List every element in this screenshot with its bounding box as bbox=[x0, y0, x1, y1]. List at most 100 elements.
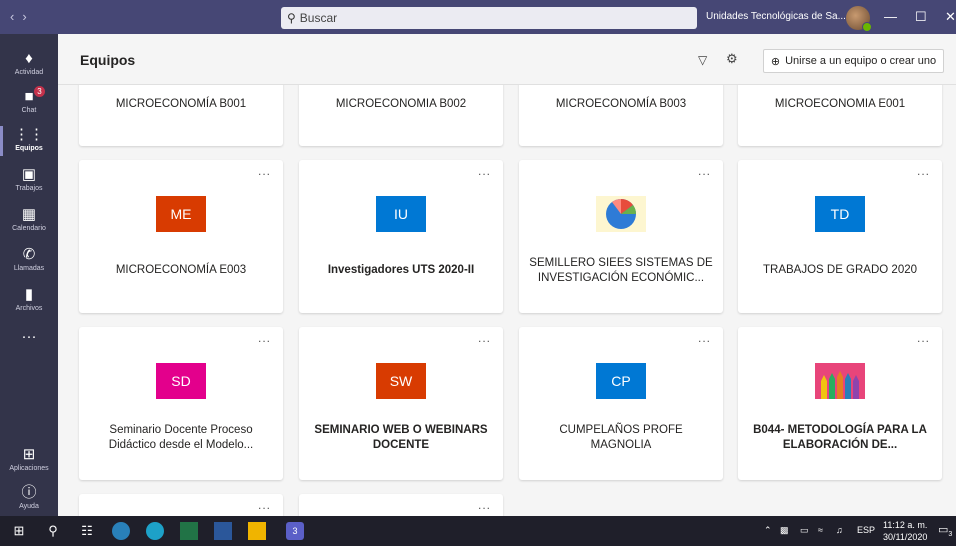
edge-icon[interactable] bbox=[146, 522, 164, 540]
clock-time: 11:12 a. m. bbox=[883, 520, 928, 530]
org-switcher[interactable]: Unidades Tecnológicas de Sa... ⌄ bbox=[706, 11, 861, 22]
team-more-options[interactable]: ... bbox=[478, 164, 491, 178]
teams-grid: MICROECONOMÍA B001 MICROECONOMIA B002 MI… bbox=[58, 85, 956, 516]
clock-date: 30/11/2020 bbox=[883, 532, 928, 542]
team-card[interactable]: ... SD Seminario Docente Proceso Didácti… bbox=[79, 327, 283, 480]
word-icon[interactable] bbox=[214, 522, 232, 540]
briefcase-icon: ▣ bbox=[21, 166, 37, 183]
team-more-options[interactable]: ... bbox=[258, 164, 271, 178]
network-icon[interactable]: ▩ bbox=[780, 525, 789, 536]
team-more-options[interactable]: ... bbox=[478, 498, 491, 512]
team-name: MICROECONOMIA B002 bbox=[335, 98, 467, 110]
volume-icon[interactable]: ♫ bbox=[836, 525, 843, 535]
org-name: Unidades Tecnológicas de Sa... bbox=[706, 11, 846, 22]
app-bar: ♦ Actividad ■ 3 Chat ⋮⋮ Equipos ▣ Trabaj… bbox=[0, 34, 58, 516]
notifications-icon[interactable]: ▭3 bbox=[938, 523, 952, 538]
back-arrow-icon[interactable]: ‹ bbox=[10, 9, 22, 24]
rail-more-button[interactable]: ··· bbox=[0, 324, 58, 362]
team-card[interactable]: ... IU Investigadores UTS 2020-II bbox=[299, 160, 503, 313]
team-card[interactable]: ... TD TRABAJOS DE GRADO 2020 bbox=[738, 160, 942, 313]
rail-item-archivos[interactable]: ▮ Archivos bbox=[0, 282, 58, 320]
file-icon: ▮ bbox=[24, 286, 34, 303]
rail-item-trabajos[interactable]: ▣ Trabajos bbox=[0, 162, 58, 200]
rail-label: Ayuda bbox=[19, 503, 39, 510]
rail-item-equipos[interactable]: ⋮⋮ Equipos bbox=[0, 122, 58, 160]
rail-label: Archivos bbox=[15, 305, 43, 312]
team-card[interactable]: ... bbox=[79, 494, 283, 516]
minimize-button[interactable]: — bbox=[884, 9, 897, 24]
team-name: MICROECONOMÍA E003 bbox=[115, 264, 247, 276]
notification-count: 3 bbox=[948, 531, 953, 539]
team-more-options[interactable]: ... bbox=[917, 331, 930, 345]
team-more-options[interactable]: ... bbox=[258, 498, 271, 512]
calendar-icon: ▦ bbox=[21, 206, 37, 223]
nav-arrows[interactable]: ‹› bbox=[10, 9, 35, 24]
rail-item-llamadas[interactable]: ✆ Llamadas bbox=[0, 242, 58, 280]
help-icon: ⓘ bbox=[21, 484, 37, 501]
rail-label: Aplicaciones bbox=[9, 465, 49, 472]
team-card[interactable]: ... SW SEMINARIO WEB O WEBINARS DOCENTE bbox=[299, 327, 503, 480]
apps-icon: ⊞ bbox=[22, 446, 36, 463]
rail-label: Chat bbox=[21, 107, 37, 114]
team-more-options[interactable]: ... bbox=[698, 331, 711, 345]
pie-chart-icon bbox=[596, 196, 646, 232]
teams-taskbar-badge: 3 bbox=[292, 526, 298, 536]
team-card[interactable]: ... ME MICROECONOMÍA E003 bbox=[79, 160, 283, 313]
teams-taskbar-icon[interactable]: 3 bbox=[286, 522, 304, 540]
task-view-icon[interactable]: ☷ bbox=[78, 522, 96, 540]
page-header: Equipos ▽ ⚙ ⊕ Unirse a un equipo o crear… bbox=[58, 34, 956, 85]
wifi-icon[interactable]: ≈ bbox=[818, 525, 823, 535]
file-explorer-icon[interactable] bbox=[248, 522, 266, 540]
team-card[interactable]: ... CP CUMPELAÑOS PROFE MAGNOLIA bbox=[519, 327, 723, 480]
team-name: TRABAJOS DE GRADO 2020 bbox=[762, 264, 918, 276]
rail-item-actividad[interactable]: ♦ Actividad bbox=[0, 46, 58, 84]
more-icon: ··· bbox=[21, 328, 37, 345]
bell-icon: ♦ bbox=[25, 50, 33, 67]
team-more-options[interactable]: ... bbox=[478, 331, 491, 345]
system-clock[interactable]: 11:12 a. m. 30/11/2020 bbox=[883, 519, 927, 543]
team-name: MICROECONOMÍA B001 bbox=[115, 98, 247, 110]
join-button-label: Unirse a un equipo o crear uno bbox=[785, 55, 937, 67]
search-placeholder: Buscar bbox=[299, 11, 338, 25]
windows-start-icon[interactable]: ⊞ bbox=[10, 522, 28, 540]
filter-icon[interactable]: ▽ bbox=[698, 53, 707, 67]
team-avatar: ME bbox=[156, 196, 206, 232]
team-avatar: IU bbox=[376, 196, 426, 232]
team-card[interactable]: MICROECONOMIA E001 bbox=[738, 85, 942, 146]
rail-item-calendario[interactable]: ▦ Calendario bbox=[0, 202, 58, 240]
team-card[interactable]: MICROECONOMÍA B003 bbox=[519, 85, 723, 146]
page-title: Equipos bbox=[80, 52, 136, 68]
rail-label: Calendario bbox=[12, 225, 46, 232]
team-card[interactable]: ... bbox=[299, 494, 503, 516]
team-more-options[interactable]: ... bbox=[917, 164, 930, 178]
chat-icon: ■ bbox=[24, 88, 34, 105]
user-avatar[interactable] bbox=[846, 6, 872, 32]
maximize-button[interactable]: ☐ bbox=[915, 9, 927, 25]
rail-item-aplicaciones[interactable]: ⊞ Aplicaciones bbox=[0, 442, 58, 480]
team-card[interactable]: MICROECONOMÍA B001 bbox=[79, 85, 283, 146]
rail-item-ayuda[interactable]: ⓘ Ayuda bbox=[0, 480, 58, 518]
close-button[interactable]: ✕ bbox=[945, 9, 956, 25]
team-card[interactable]: ... SEMILLERO SIEES SISTEMAS DE INVESTIG… bbox=[519, 160, 723, 313]
team-more-options[interactable]: ... bbox=[258, 331, 271, 345]
gear-icon[interactable]: ⚙ bbox=[726, 51, 738, 67]
chevron-up-icon[interactable]: ⌃ bbox=[764, 525, 772, 536]
team-avatar: SW bbox=[376, 363, 426, 399]
rail-label: Llamadas bbox=[13, 265, 45, 272]
language-indicator[interactable]: ESP bbox=[857, 525, 875, 535]
skype-icon[interactable] bbox=[112, 522, 130, 540]
team-card[interactable]: MICROECONOMIA B002 bbox=[299, 85, 503, 146]
search-icon[interactable]: ⚲ bbox=[44, 522, 62, 540]
rail-label: Trabajos bbox=[15, 185, 43, 192]
search-input[interactable]: ⚲ Buscar bbox=[281, 7, 697, 29]
battery-icon[interactable]: ▭ bbox=[800, 525, 809, 536]
team-more-options[interactable]: ... bbox=[698, 164, 711, 178]
team-name: MICROECONOMÍA B003 bbox=[555, 98, 687, 110]
excel-icon[interactable] bbox=[180, 522, 198, 540]
rail-label: Equipos bbox=[15, 145, 43, 152]
join-or-create-team-button[interactable]: ⊕ Unirse a un equipo o crear uno bbox=[763, 49, 944, 73]
team-card[interactable]: ... B044- METODOLOGÍA PARA LA ELABORACIÓ… bbox=[738, 327, 942, 480]
forward-arrow-icon[interactable]: › bbox=[22, 9, 34, 24]
chat-badge: 3 bbox=[34, 86, 45, 97]
rail-item-chat[interactable]: ■ 3 Chat bbox=[0, 84, 58, 122]
